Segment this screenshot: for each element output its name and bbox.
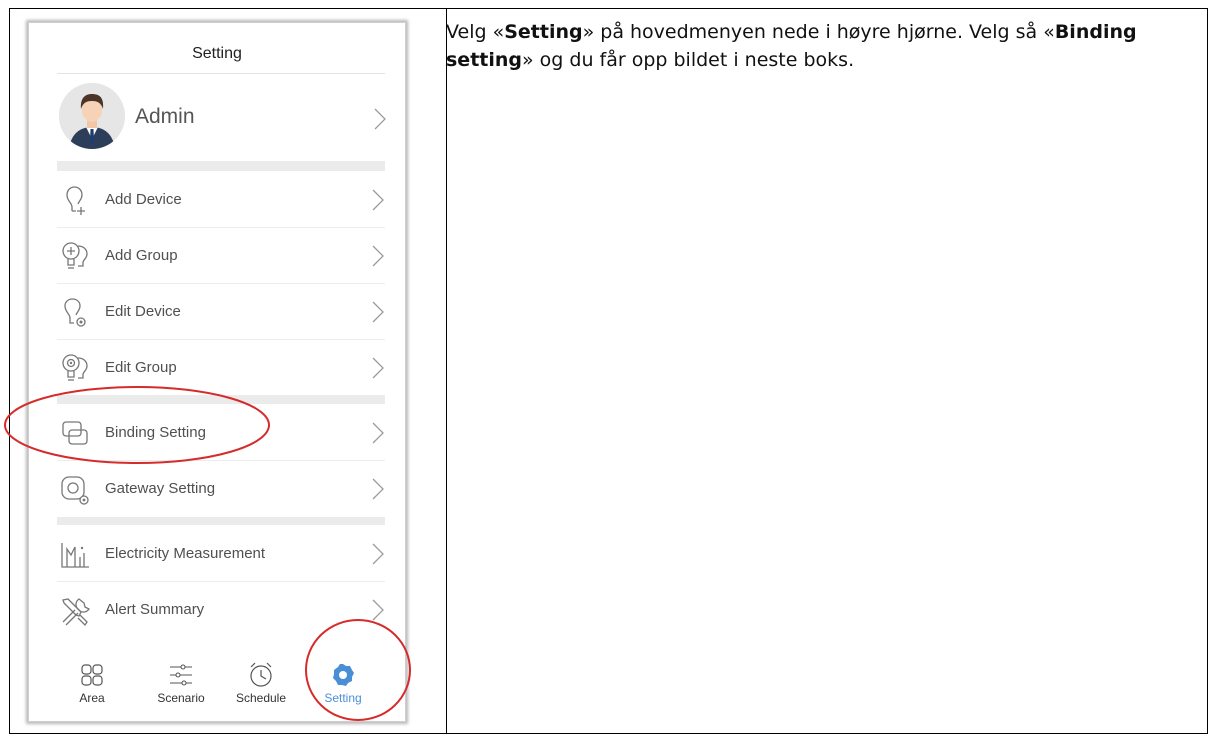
instruction-part: » og du får opp bildet i neste boks.	[522, 49, 855, 71]
menu-item-label: Electricity Measurement	[105, 545, 266, 562]
instruction-part: Velg «	[446, 21, 505, 43]
menu-item-edit-device[interactable]: Edit Device	[57, 284, 385, 340]
menu-item-add-group[interactable]: Add Group	[57, 228, 385, 284]
menu-item-label: Add Group	[105, 247, 178, 264]
avatar-icon	[59, 83, 125, 149]
instruction-part: » på hovedmenyen nede i høyre hjørne. Ve…	[582, 21, 1055, 43]
section-separator	[57, 517, 385, 525]
menu-item-alert-summary[interactable]: Alert Summary	[57, 582, 385, 638]
tab-label: Area	[79, 691, 105, 705]
binding-icon	[62, 421, 88, 445]
profile-row[interactable]: Admin	[29, 75, 405, 161]
bulb-gear-icon	[64, 298, 86, 327]
chevron-right-icon	[372, 422, 384, 444]
menu-item-electricity-measurement[interactable]: Electricity Measurement	[57, 526, 385, 582]
chevron-right-icon	[372, 245, 384, 267]
instruction-bold: Setting	[504, 21, 583, 43]
page-title: Setting	[192, 45, 242, 62]
profile-name: Admin	[135, 105, 195, 128]
gear-icon	[333, 664, 354, 686]
bottom-tab-bar: Area Scenario Schedule Setting	[29, 649, 405, 721]
gateway-icon	[61, 476, 89, 505]
alarm-clock-icon	[250, 662, 272, 687]
tab-label: Scenario	[157, 691, 205, 705]
menu-item-label: Edit Device	[105, 303, 181, 320]
section-separator	[57, 161, 385, 171]
chevron-right-icon	[372, 357, 384, 379]
menu-item-label: Alert Summary	[105, 601, 205, 618]
screen-header: Setting	[29, 23, 405, 73]
chevron-right-icon	[372, 543, 384, 565]
menu-item-label: Binding Setting	[105, 424, 206, 441]
chevron-right-icon	[372, 189, 384, 211]
tab-label: Setting	[324, 691, 362, 705]
tab-setting[interactable]: Setting	[303, 661, 383, 705]
header-divider	[57, 73, 385, 74]
sliders-icon	[170, 664, 192, 686]
menu-item-label: Edit Group	[105, 359, 177, 376]
chevron-right-icon	[372, 599, 384, 621]
chevron-right-icon	[372, 301, 384, 323]
chart-icon	[61, 543, 89, 568]
section-separator	[57, 396, 385, 404]
menu-item-add-device[interactable]: Add Device	[57, 172, 385, 228]
phone-screenshot: Setting Admin Add Device Add Group Edit …	[28, 22, 406, 722]
menu-item-label: Gateway Setting	[105, 480, 216, 497]
tab-area[interactable]: Area	[52, 661, 132, 705]
bulb-plus-icon	[66, 186, 85, 215]
chevron-right-icon	[372, 478, 384, 500]
grid-icon	[81, 664, 103, 686]
tab-schedule[interactable]: Schedule	[221, 661, 301, 705]
tools-icon	[62, 598, 90, 627]
menu-item-edit-group[interactable]: Edit Group	[57, 340, 385, 396]
tab-scenario[interactable]: Scenario	[141, 661, 221, 705]
menu-item-label: Add Device	[105, 191, 182, 208]
column-divider	[446, 9, 447, 733]
chevron-right-icon	[374, 108, 386, 130]
menu-item-gateway-setting[interactable]: Gateway Setting	[57, 461, 385, 517]
instruction-text: Velg «Setting» på hovedmenyen nede i høy…	[446, 18, 1186, 74]
bulbs-plus-icon	[62, 242, 88, 269]
menu-item-binding-setting[interactable]: Binding Setting	[57, 405, 385, 461]
tab-label: Schedule	[235, 691, 287, 705]
bulbs-gear-icon	[62, 354, 88, 381]
